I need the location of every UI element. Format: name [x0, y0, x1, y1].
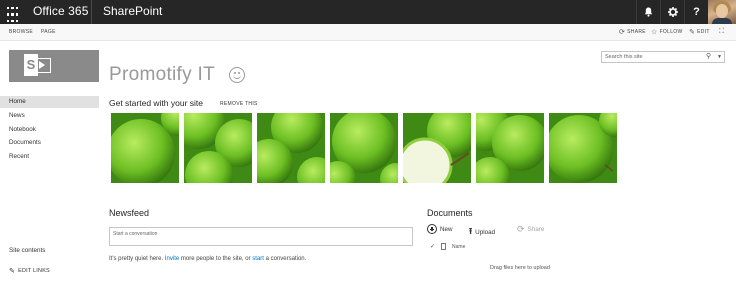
get-started-title: Get started with your site	[109, 98, 204, 108]
user-avatar[interactable]	[708, 0, 736, 24]
chevron-down-icon[interactable]: ▼	[717, 53, 722, 61]
ribbon: BROWSE PAGE ⟳ SHARE ☆ FOLLOW ✎ EDIT ⛶	[0, 24, 736, 41]
site-search: ⚲ ▼	[601, 51, 725, 63]
conversation-box	[109, 227, 413, 246]
quiet-suffix: a conversation.	[265, 256, 307, 262]
pencil-icon: ✎	[9, 268, 16, 275]
star-icon: ☆	[651, 29, 658, 36]
documents-header-row: ✓ Name	[430, 243, 465, 250]
share-icon: ⟳	[517, 224, 525, 234]
nav-item-recent[interactable]: Recent	[0, 151, 99, 163]
add-icon	[427, 224, 437, 234]
get-started-tile[interactable]	[184, 113, 252, 183]
upload-icon: ⭱	[469, 226, 473, 236]
share-button[interactable]: ⟳ SHARE	[619, 28, 646, 36]
nav-item-news[interactable]: News	[0, 110, 99, 122]
tab-browse[interactable]: BROWSE	[9, 29, 33, 35]
start-conversation-input[interactable]	[110, 228, 412, 238]
edit-label: EDIT	[697, 29, 710, 35]
site-contents-link[interactable]: Site contents	[9, 247, 45, 254]
search-input[interactable]	[602, 52, 702, 62]
get-started-tile[interactable]	[549, 113, 617, 183]
app-name[interactable]: SharePoint	[103, 4, 162, 18]
site-logo[interactable]: S	[9, 50, 99, 82]
get-started-tile[interactable]	[476, 113, 544, 183]
nav-item-documents[interactable]: Documents	[0, 137, 99, 149]
office365-brand[interactable]: Office 365	[33, 4, 88, 18]
focus-icon: ⛶	[719, 28, 725, 35]
quiet-middle: more people to the site, or	[180, 256, 251, 262]
edit-links-button[interactable]: ✎ EDIT LINKS	[9, 267, 50, 275]
share-label: SHARE	[627, 29, 646, 35]
get-started-tile[interactable]	[330, 113, 398, 183]
nav-item-notebook[interactable]: Notebook	[0, 124, 99, 136]
nav-item-home[interactable]: Home	[0, 96, 99, 108]
tab-page[interactable]: PAGE	[41, 29, 56, 35]
file-type-icon	[441, 243, 447, 250]
get-started-tile[interactable]	[111, 113, 179, 183]
get-started-tile[interactable]	[403, 113, 471, 183]
upload-button[interactable]: ⭱ Upload	[469, 224, 495, 240]
follow-button[interactable]: ☆ FOLLOW	[651, 28, 683, 36]
app-launcher-icon[interactable]	[0, 0, 24, 24]
pencil-icon: ✎	[689, 29, 696, 36]
newsfeed-title: Newsfeed	[109, 208, 150, 218]
drag-drop-hint: Drag files here to upload	[490, 265, 550, 271]
upload-label: Upload	[475, 228, 496, 236]
quiet-prefix: It's pretty quiet here.	[109, 256, 164, 262]
get-started-tile[interactable]	[257, 113, 325, 183]
focus-content-button[interactable]: ⛶	[719, 28, 724, 36]
checkmark-icon[interactable]: ✓	[430, 243, 435, 250]
follow-label: FOLLOW	[659, 29, 683, 35]
share-document-label: Share	[527, 226, 545, 233]
edit-button[interactable]: ✎ EDIT	[689, 28, 710, 36]
site-title[interactable]: Promotify IT	[109, 64, 215, 86]
new-document-button[interactable]: New	[427, 224, 453, 234]
start-conversation-link[interactable]: start	[252, 256, 264, 262]
suite-bar: Office 365 SharePoint ?	[0, 0, 736, 24]
share-icon: ⟳	[619, 29, 626, 36]
name-column-header[interactable]: Name	[452, 244, 465, 250]
smiley-icon	[229, 67, 245, 83]
invite-link[interactable]: Invite	[165, 256, 179, 262]
share-document-button[interactable]: ⟳ Share	[517, 224, 544, 235]
remove-this-link[interactable]: REMOVE THIS	[220, 101, 258, 107]
new-label: New	[440, 225, 453, 233]
help-icon[interactable]: ?	[684, 0, 708, 24]
newsfeed-empty-message: It's pretty quiet here. Invite more peop…	[109, 256, 306, 262]
gear-icon[interactable]	[660, 0, 684, 24]
edit-links-label: EDIT LINKS	[18, 268, 50, 274]
bell-icon[interactable]	[636, 0, 660, 24]
documents-title[interactable]: Documents	[427, 208, 473, 218]
brand-divider	[91, 0, 92, 24]
search-icon[interactable]: ⚲	[706, 53, 711, 61]
